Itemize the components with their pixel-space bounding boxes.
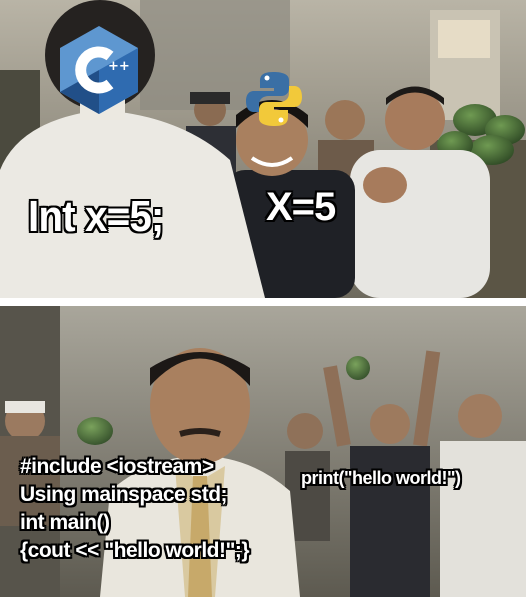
bystander-head (325, 100, 365, 140)
panel-divider (0, 298, 526, 306)
cpp-code-line: #include <iostream> (20, 455, 214, 478)
cpp-code-caption: #include <iostream> Using mainspace std;… (20, 453, 250, 565)
main-man-mustache (179, 428, 221, 437)
python-logo-shape (246, 72, 302, 126)
cpp-code-line: int main() (20, 511, 110, 534)
python-logo-icon (244, 70, 304, 128)
watermelon (77, 417, 113, 445)
watermelon-held (346, 356, 370, 380)
python-declaration-caption: X=5 (266, 185, 336, 229)
cpp-code-line: Using mainspace std; (20, 483, 228, 506)
cpp-declaration-caption: Int x=5; (28, 192, 164, 241)
meme-image: ++ Int x=5; X=5 print("hello world!") #i… (0, 0, 526, 597)
bystander-cap (5, 401, 45, 413)
top-panel: ++ Int x=5; X=5 (0, 0, 526, 298)
bystander-head (287, 413, 323, 449)
police-cap (190, 92, 230, 104)
cpp-code-line: {cout << "hello world!";} (20, 539, 250, 562)
cheering-man-body (440, 441, 526, 597)
cheering-man-head (458, 394, 502, 438)
cheering-man-head (370, 404, 410, 444)
python-print-caption: print("hello world!") (301, 468, 461, 488)
c-plus-plus-logo-icon: ++ (56, 24, 142, 116)
man-right-hand (363, 167, 407, 203)
wall-poster (438, 20, 490, 58)
c-plus-plus-logo-text: ++ (108, 59, 130, 74)
